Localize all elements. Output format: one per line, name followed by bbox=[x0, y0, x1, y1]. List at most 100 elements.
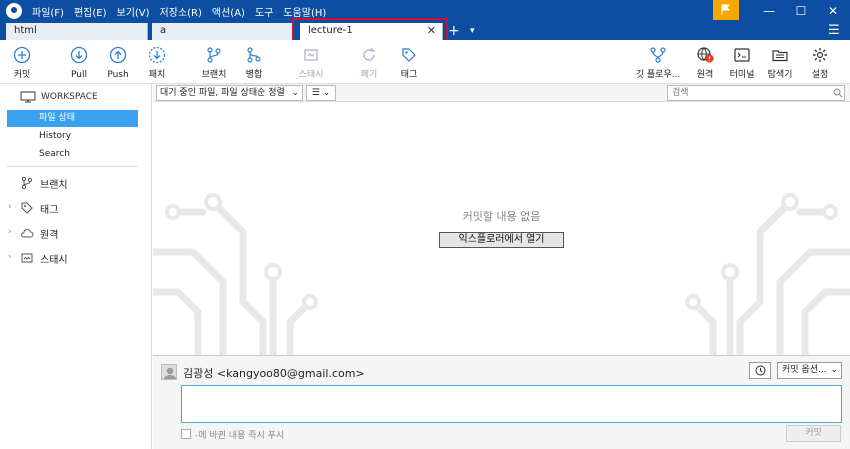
fetch-icon bbox=[148, 46, 166, 64]
commit-options-dropdown[interactable]: 커밋 옵션... ⌄ bbox=[777, 362, 842, 379]
git-flow-icon bbox=[650, 47, 666, 63]
settings-label: 설정 bbox=[811, 70, 829, 80]
file-list-panel: 커밋할 내용 없음 익스플로러에서 열기 bbox=[153, 102, 850, 355]
menu-file[interactable]: 파일(F) bbox=[32, 4, 64, 19]
menu-view[interactable]: 보기(V) bbox=[117, 4, 150, 19]
arrow-up-circle-icon bbox=[109, 46, 127, 64]
clock-icon bbox=[755, 365, 766, 376]
tag-button[interactable]: 태그 bbox=[385, 46, 433, 80]
tag-icon bbox=[402, 48, 416, 62]
tab-dropdown-button[interactable]: ▾ bbox=[470, 22, 475, 40]
search-icon bbox=[833, 88, 843, 98]
gear-icon bbox=[813, 48, 827, 62]
notification-flag-button[interactable] bbox=[713, 0, 739, 20]
commit-author: 김광성 <kangyoo80@gmail.com> bbox=[183, 367, 365, 380]
app-logo bbox=[6, 3, 22, 19]
branch-label: 브랜치 bbox=[201, 70, 227, 80]
add-tab-button[interactable]: + bbox=[448, 22, 460, 40]
menu-help[interactable]: 도움말(H) bbox=[283, 4, 326, 19]
push-label: Push bbox=[107, 70, 129, 80]
sidebar: WORKSPACE 파일 상태 History Search 브랜치 › 태그 … bbox=[0, 84, 152, 449]
chevron-down-icon: ⌄ bbox=[291, 88, 299, 98]
commit-message-input[interactable] bbox=[181, 385, 842, 423]
branch-icon bbox=[21, 176, 33, 190]
sidebar-item-history[interactable]: History bbox=[7, 128, 138, 145]
globe-icon bbox=[697, 47, 714, 63]
stash-button[interactable]: 스태시 bbox=[287, 46, 335, 80]
commit-toolbar-button[interactable]: 커밋 bbox=[0, 46, 46, 80]
commit-button[interactable]: 커밋 bbox=[786, 425, 841, 442]
menu-tools[interactable]: 도구 bbox=[255, 4, 273, 19]
search-input[interactable] bbox=[667, 85, 845, 101]
remotes-label: 원격 bbox=[40, 230, 59, 241]
file-status-sort-value: 대기 중인 파일, 파일 상태순 정렬 bbox=[160, 88, 285, 98]
tab-html[interactable]: html bbox=[6, 23, 148, 40]
close-tab-icon[interactable]: ✕ bbox=[427, 23, 436, 39]
stash-icon bbox=[21, 253, 33, 263]
cloud-icon bbox=[21, 229, 34, 238]
settings-button[interactable]: 설정 bbox=[796, 46, 844, 80]
tab-label: html bbox=[14, 25, 37, 36]
branch-icon bbox=[207, 47, 221, 63]
sidebar-item-file-status[interactable]: 파일 상태 bbox=[7, 110, 138, 127]
empty-state-title: 커밋할 내용 없음 bbox=[462, 210, 541, 223]
commit-panel: 김광성 <kangyoo80@gmail.com> 커밋 옵션... ⌄ -에 … bbox=[153, 355, 850, 449]
discard-icon bbox=[363, 48, 375, 61]
flag-icon bbox=[721, 4, 731, 15]
menu-actions[interactable]: 액션(A) bbox=[212, 4, 245, 19]
chevron-right-icon: › bbox=[8, 202, 12, 212]
sidebar-divider bbox=[7, 166, 138, 167]
chevron-down-icon: ⌄ bbox=[830, 365, 838, 375]
open-in-explorer-button[interactable]: 익스플로러에서 열기 bbox=[439, 232, 564, 248]
merge-button[interactable]: 병합 bbox=[230, 46, 278, 80]
menu-edit[interactable]: 편집(E) bbox=[74, 4, 107, 19]
remote-label: 원격 bbox=[696, 70, 714, 80]
list-view-icon: ☰ bbox=[311, 88, 320, 98]
merge-icon bbox=[247, 47, 261, 63]
git-flow-button[interactable]: 깃 플로우... bbox=[632, 46, 684, 80]
commit-options-label: 커밋 옵션... bbox=[782, 365, 827, 375]
stash-icon bbox=[304, 49, 318, 61]
menu-repository[interactable]: 저장소(R) bbox=[160, 4, 202, 19]
chevron-down-icon: ⌄ bbox=[322, 88, 331, 98]
stashes-label: 스태시 bbox=[40, 255, 68, 266]
user-icon bbox=[163, 367, 176, 379]
tag-icon bbox=[21, 202, 33, 214]
stash-label: 스태시 bbox=[298, 70, 324, 80]
commit-history-button[interactable] bbox=[749, 362, 771, 379]
explorer-label: 탐색기 bbox=[767, 70, 793, 80]
toolbar: 커밋 Pull Push 패치 브랜치 병합 스태시 폐기 태그 깃 플로우..… bbox=[0, 40, 850, 84]
arrow-down-circle-icon bbox=[70, 46, 88, 64]
plus-circle-icon bbox=[13, 46, 31, 64]
push-immediately-checkbox[interactable] bbox=[181, 429, 191, 439]
tab-a[interactable]: a bbox=[152, 23, 294, 40]
terminal-icon bbox=[734, 48, 750, 62]
tab-lecture-1[interactable]: lecture-1 ✕ bbox=[297, 23, 443, 40]
file-status-sort-select[interactable]: 대기 중인 파일, 파일 상태순 정렬 ⌄ bbox=[156, 85, 303, 101]
chevron-right-icon: › bbox=[8, 252, 12, 262]
avatar bbox=[161, 364, 177, 380]
sidebar-item-search[interactable]: Search bbox=[7, 146, 138, 163]
branches-label: 브랜치 bbox=[40, 180, 68, 191]
title-bar: 파일(F) 편집(E) 보기(V) 저장소(R) 액션(A) 도구 도움말(H)… bbox=[0, 0, 850, 22]
workspace-label: WORKSPACE bbox=[41, 92, 98, 102]
hamburger-menu-button[interactable]: ☰ bbox=[828, 22, 840, 40]
circuit-background-decoration bbox=[153, 193, 850, 355]
fetch-button[interactable]: 패치 bbox=[133, 46, 181, 80]
monitor-icon bbox=[20, 91, 36, 103]
maximize-button[interactable]: ☐ bbox=[786, 0, 816, 22]
view-mode-select[interactable]: ☰ ⌄ bbox=[306, 85, 336, 101]
close-window-button[interactable]: ✕ bbox=[818, 0, 848, 22]
file-filter-bar: 대기 중인 파일, 파일 상태순 정렬 ⌄ ☰ ⌄ bbox=[153, 84, 850, 102]
push-immediately-label: -에 바뀐 내용 즉시 푸시 bbox=[195, 431, 285, 441]
tab-label: a bbox=[160, 25, 167, 36]
tag-label: 태그 bbox=[400, 70, 418, 80]
commit-label: 커밋 bbox=[13, 70, 31, 80]
discard-label: 폐기 bbox=[360, 70, 378, 80]
minimize-button[interactable]: — bbox=[754, 0, 784, 22]
tab-bar: html a lecture-1 ✕ bbox=[0, 22, 850, 40]
tags-label: 태그 bbox=[40, 205, 59, 216]
folder-icon bbox=[772, 50, 788, 62]
tab-label: lecture-1 bbox=[308, 25, 353, 36]
git-flow-label: 깃 플로우... bbox=[635, 70, 681, 80]
